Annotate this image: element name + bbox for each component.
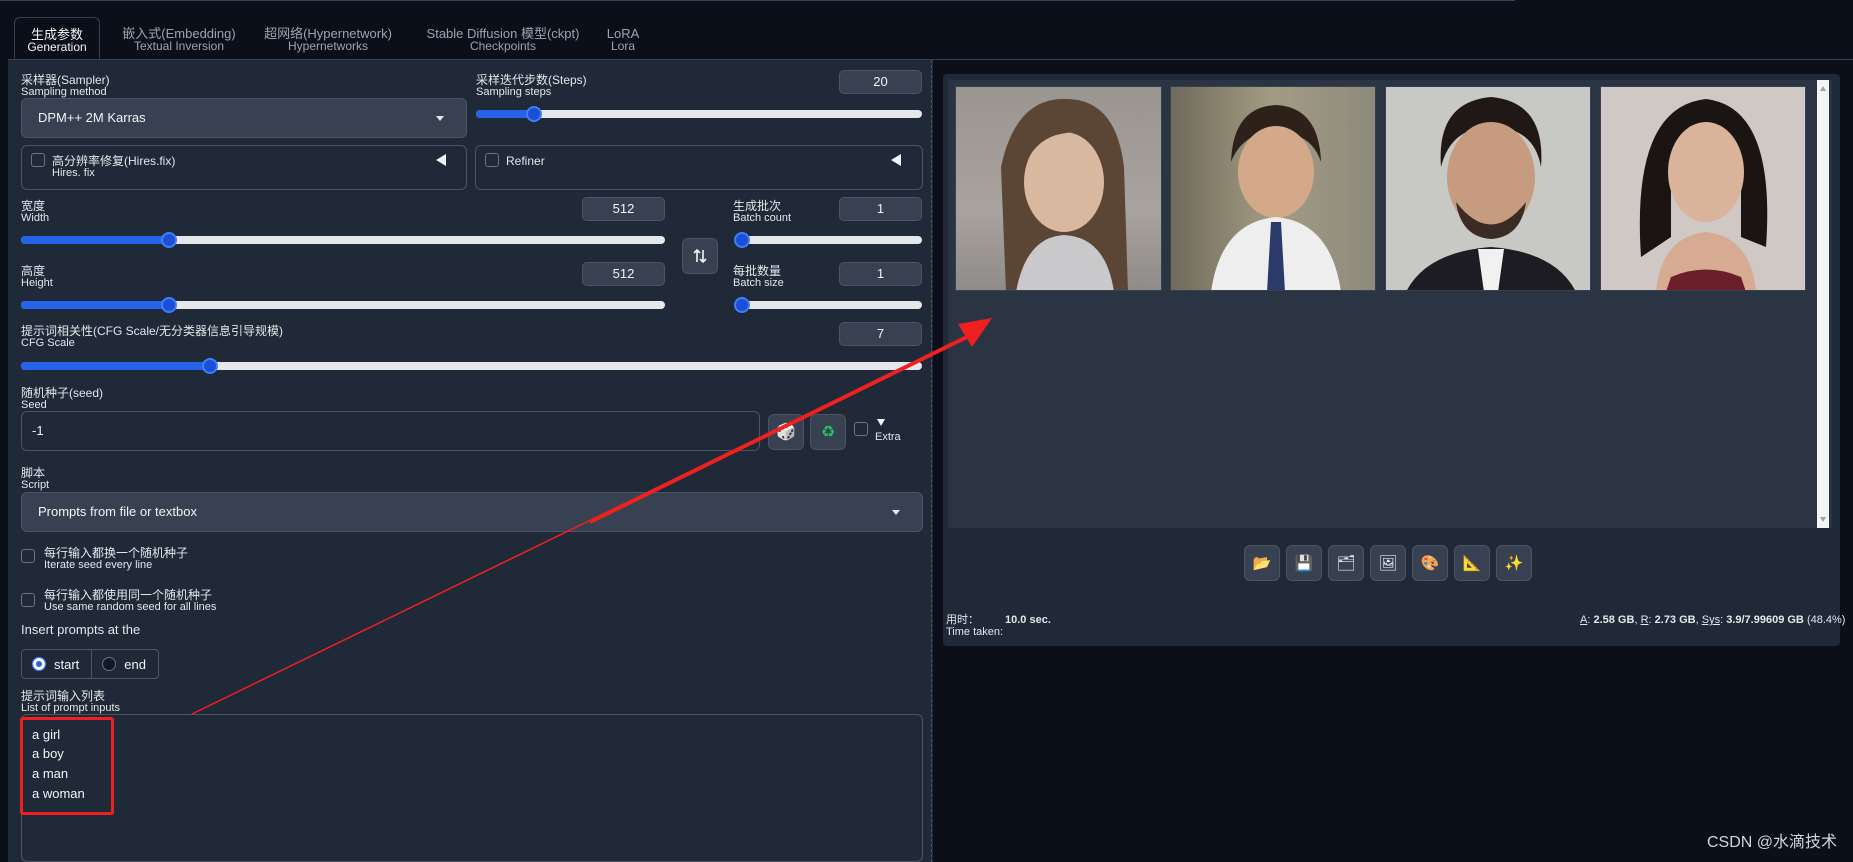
tab-generation[interactable]: 生成参数 Generation	[14, 17, 100, 59]
annotation-arrow	[191, 318, 992, 715]
watermark: CSDN @水滴技术	[1706, 834, 1837, 851]
tab-label-en: Generation	[27, 40, 87, 54]
